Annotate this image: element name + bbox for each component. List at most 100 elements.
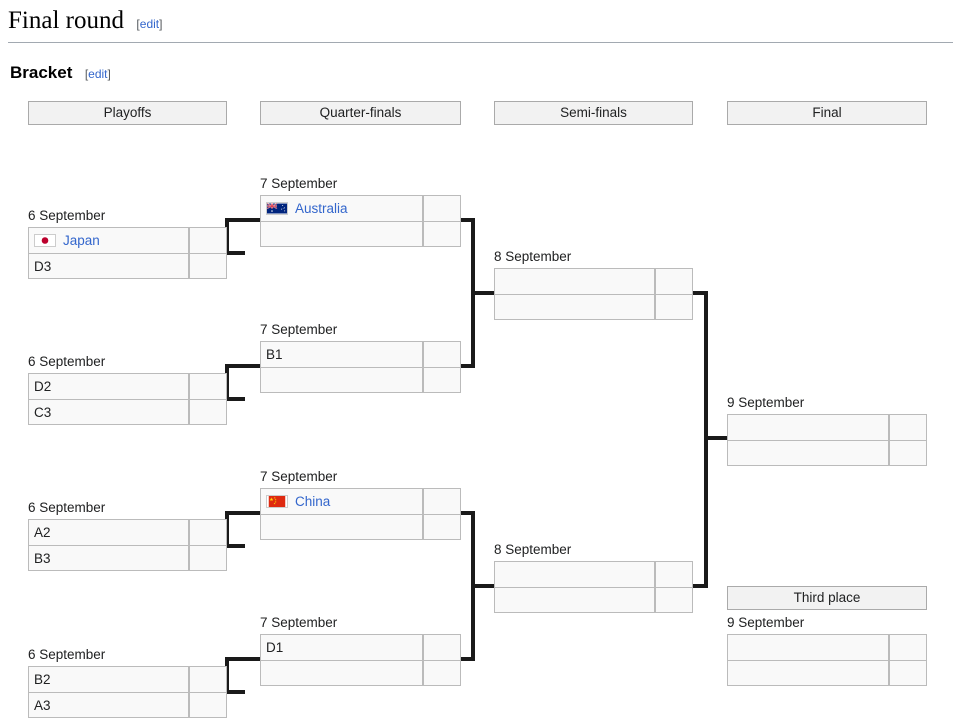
- table-row[interactable]: Australia: [260, 195, 461, 221]
- team-cell[interactable]: B1: [260, 341, 423, 367]
- team-cell[interactable]: [494, 294, 655, 320]
- team-name: B2: [34, 672, 51, 687]
- team-cell[interactable]: B3: [28, 545, 189, 571]
- table-row[interactable]: [494, 587, 693, 613]
- team-name[interactable]: China: [295, 494, 330, 509]
- score-cell[interactable]: [189, 519, 227, 545]
- team-cell[interactable]: D2: [28, 373, 189, 399]
- round-header-semi-finals: Semi-finals: [494, 101, 693, 125]
- table-row[interactable]: [260, 660, 461, 686]
- team-cell[interactable]: A2: [28, 519, 189, 545]
- table-row[interactable]: B2: [28, 666, 227, 692]
- team-cell[interactable]: [260, 221, 423, 247]
- match-table: [494, 561, 693, 613]
- round-header-playoffs: Playoffs: [28, 101, 227, 125]
- score-cell[interactable]: [189, 399, 227, 425]
- score-cell[interactable]: [889, 440, 927, 466]
- score-cell[interactable]: [189, 373, 227, 399]
- edit-section-final-round: [edit]: [136, 17, 162, 31]
- team-cell[interactable]: Australia: [260, 195, 423, 221]
- team-cell[interactable]: [494, 268, 655, 294]
- table-row[interactable]: A3: [28, 692, 227, 718]
- team-cell[interactable]: [494, 561, 655, 587]
- team-cell[interactable]: China: [260, 488, 423, 514]
- table-row[interactable]: D2: [28, 373, 227, 399]
- team-cell[interactable]: A3: [28, 692, 189, 718]
- team-cell[interactable]: [260, 514, 423, 540]
- table-row[interactable]: [494, 268, 693, 294]
- score-cell[interactable]: [889, 634, 927, 660]
- match-date: 7 September: [260, 469, 338, 484]
- table-row[interactable]: [494, 294, 693, 320]
- team-cell[interactable]: [727, 414, 889, 440]
- match-table: A2 B3: [28, 519, 227, 571]
- score-cell[interactable]: [423, 195, 461, 221]
- match-playoff-2: 6 September D2 C3: [28, 354, 227, 425]
- round-header-third-place: Third place: [727, 586, 927, 610]
- score-cell[interactable]: [189, 545, 227, 571]
- table-row[interactable]: [727, 634, 927, 660]
- edit-link[interactable]: edit: [88, 67, 107, 81]
- score-cell[interactable]: [189, 227, 227, 253]
- team-name[interactable]: Japan: [63, 233, 100, 248]
- team-cell[interactable]: [727, 634, 889, 660]
- match-date: 6 September: [28, 647, 106, 662]
- table-row[interactable]: [494, 561, 693, 587]
- team-cell[interactable]: C3: [28, 399, 189, 425]
- team-cell[interactable]: [727, 660, 889, 686]
- score-cell[interactable]: [189, 253, 227, 279]
- team-name: C3: [34, 404, 52, 420]
- team-name: A3: [34, 697, 51, 713]
- table-row[interactable]: China: [260, 488, 461, 514]
- team-cell[interactable]: D1: [260, 634, 423, 660]
- edit-link[interactable]: edit: [140, 17, 159, 31]
- score-cell[interactable]: [189, 692, 227, 718]
- table-row[interactable]: [727, 660, 927, 686]
- table-row[interactable]: D1: [260, 634, 461, 660]
- match-table: D1: [260, 634, 461, 686]
- japan-flag: [34, 234, 56, 247]
- match-date: 9 September: [727, 395, 805, 410]
- table-row[interactable]: [260, 514, 461, 540]
- score-cell[interactable]: [189, 666, 227, 692]
- score-cell[interactable]: [889, 660, 927, 686]
- score-cell[interactable]: [655, 294, 693, 320]
- table-row[interactable]: C3: [28, 399, 227, 425]
- team-cell[interactable]: [727, 440, 889, 466]
- table-row[interactable]: [260, 367, 461, 393]
- match-date: 6 September: [28, 500, 106, 515]
- table-row[interactable]: [260, 221, 461, 247]
- team-cell[interactable]: [260, 660, 423, 686]
- match-final: 9 September: [727, 395, 927, 466]
- score-cell[interactable]: [889, 414, 927, 440]
- score-cell[interactable]: [423, 660, 461, 686]
- team-cell[interactable]: [260, 367, 423, 393]
- match-table: B2 A3: [28, 666, 227, 718]
- score-cell[interactable]: [423, 221, 461, 247]
- score-cell[interactable]: [423, 514, 461, 540]
- table-row[interactable]: [727, 414, 927, 440]
- score-cell[interactable]: [423, 367, 461, 393]
- match-date: 7 September: [260, 176, 338, 191]
- team-name[interactable]: Australia: [295, 201, 348, 216]
- table-row[interactable]: B1: [260, 341, 461, 367]
- score-cell[interactable]: [423, 634, 461, 660]
- score-cell[interactable]: [655, 587, 693, 613]
- team-cell[interactable]: B2: [28, 666, 189, 692]
- table-row[interactable]: [727, 440, 927, 466]
- team-cell[interactable]: [494, 587, 655, 613]
- table-row[interactable]: Japan: [28, 227, 227, 253]
- match-playoff-1: 6 September Japan D3: [28, 208, 227, 279]
- bracket-close: ]: [159, 16, 163, 31]
- table-row[interactable]: D3: [28, 253, 227, 279]
- score-cell[interactable]: [655, 561, 693, 587]
- score-cell[interactable]: [423, 341, 461, 367]
- table-row[interactable]: B3: [28, 545, 227, 571]
- team-cell[interactable]: Japan: [28, 227, 189, 253]
- page-title: Final round: [8, 7, 124, 34]
- table-row[interactable]: A2: [28, 519, 227, 545]
- score-cell[interactable]: [655, 268, 693, 294]
- edit-section-bracket: [edit]: [85, 67, 111, 81]
- team-cell[interactable]: D3: [28, 253, 189, 279]
- score-cell[interactable]: [423, 488, 461, 514]
